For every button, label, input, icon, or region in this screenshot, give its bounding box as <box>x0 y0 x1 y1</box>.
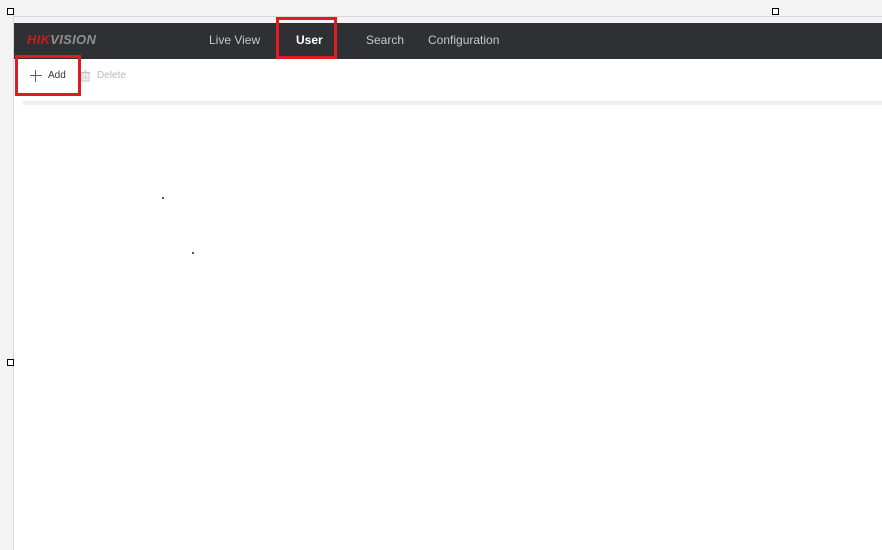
plus-icon <box>30 70 42 82</box>
resize-handle-top-left[interactable] <box>7 8 14 15</box>
user-toolbar: Add Delete <box>14 59 882 94</box>
canvas-top-strip <box>0 0 882 14</box>
canvas-top-line <box>14 16 882 17</box>
logo-text-vision: VISION <box>50 32 97 47</box>
artifact-dot <box>162 197 164 199</box>
user-page: HIKVISION Live View User Search Configur… <box>14 17 882 550</box>
nav-live-view[interactable]: Live View <box>209 34 260 46</box>
hikvision-logo: HIKVISION <box>27 33 96 46</box>
nav-search[interactable]: Search <box>366 34 404 46</box>
add-label: Add <box>48 70 66 81</box>
canvas-left-strip <box>0 0 14 550</box>
artifact-dot <box>192 252 194 254</box>
delete-button[interactable]: Delete <box>80 70 126 82</box>
top-navigation-bar: HIKVISION Live View User Search Configur… <box>14 23 882 59</box>
resize-handle-left-middle[interactable] <box>7 359 14 366</box>
trash-icon <box>81 70 90 82</box>
delete-label: Delete <box>97 70 126 81</box>
resize-handle-top-middle[interactable] <box>772 8 779 15</box>
add-button[interactable]: Add <box>30 70 66 82</box>
logo-text-hik: HIK <box>27 32 51 47</box>
nav-user[interactable]: User <box>296 34 323 46</box>
content-separator <box>23 101 882 105</box>
nav-configuration[interactable]: Configuration <box>428 34 499 46</box>
